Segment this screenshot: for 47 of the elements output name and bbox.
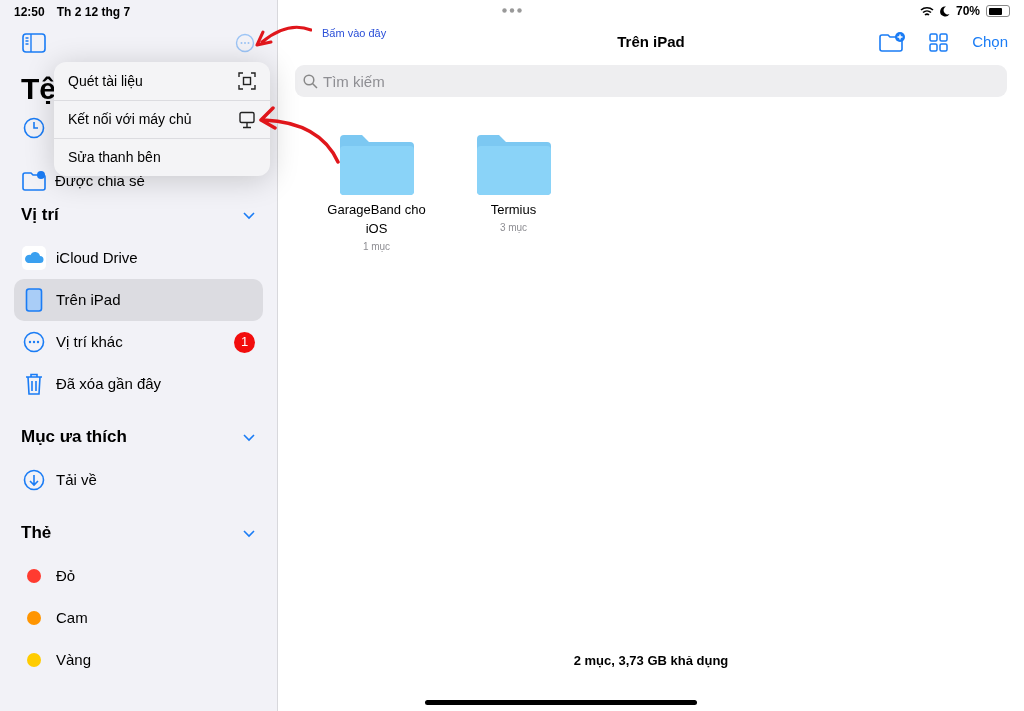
folder-name[interactable]: Termius <box>490 200 537 219</box>
download-icon <box>23 469 45 491</box>
sidebar-item[interactable]: Tải về <box>14 459 263 501</box>
sidebar-item[interactable]: Đỏ <box>14 555 263 597</box>
cloud-icon <box>22 246 46 270</box>
scan-icon <box>238 72 256 90</box>
sidebar-item[interactable]: Cam <box>14 597 263 639</box>
menu-item[interactable]: Kết nối với máy chủ <box>54 100 270 138</box>
battery-icon <box>986 5 1010 17</box>
new-folder-icon[interactable] <box>879 32 906 52</box>
section-header: Thẻ <box>21 522 52 545</box>
menu-item[interactable]: Sửa thanh bên <box>54 138 270 176</box>
sidebar-toggle-icon[interactable] <box>22 33 46 53</box>
select-button[interactable]: Chọn <box>972 30 1008 54</box>
ellipsis-circle-icon <box>23 331 45 353</box>
monitor-icon <box>238 110 256 129</box>
search-field[interactable]: Tìm kiếm <box>295 65 1007 97</box>
notification-badge: 1 <box>234 331 255 353</box>
status-date: Th 2 12 thg 7 <box>56 4 131 21</box>
sidebar-item[interactable]: iCloud Drive <box>14 237 263 279</box>
sidebar-item[interactable]: Vị trí khác 1 <box>14 321 263 363</box>
sidebar-item[interactable]: Đã xóa gần đây <box>14 363 263 405</box>
folder-name[interactable]: GarageBand cho iOS <box>318 200 435 238</box>
section-header: Mục ưa thích <box>21 426 127 449</box>
battery-percent: 70% <box>955 3 980 20</box>
shared-folder-icon <box>22 171 46 191</box>
sidebar-item[interactable]: Vàng <box>14 639 263 681</box>
status-time: 12:50 <box>14 4 45 21</box>
window-title: Trên iPad <box>617 31 685 52</box>
storage-summary: 2 mục, 3,73 GB khả dụng <box>573 651 729 670</box>
item-count: 1 mục <box>362 240 391 254</box>
folder-icon[interactable] <box>476 135 551 195</box>
grid-view-icon[interactable] <box>929 32 949 52</box>
wifi-icon <box>919 5 934 17</box>
sidebar-item[interactable]: Trên iPad <box>14 279 263 321</box>
clock-icon <box>23 117 45 139</box>
multitasking-dots-icon[interactable] <box>502 8 522 13</box>
menu-item[interactable]: Quét tài liệu <box>54 62 270 100</box>
moon-icon <box>939 5 950 17</box>
trash-icon <box>24 372 44 396</box>
item-count: 3 mục <box>499 221 528 235</box>
annotation-text: Bấm vào đây <box>322 26 387 41</box>
folder-icon[interactable] <box>339 135 414 195</box>
sidebar-title: Tệ <box>20 71 56 107</box>
tablet-icon <box>25 288 43 312</box>
search-icon <box>303 74 318 89</box>
section-header: Vị trí <box>21 204 59 227</box>
